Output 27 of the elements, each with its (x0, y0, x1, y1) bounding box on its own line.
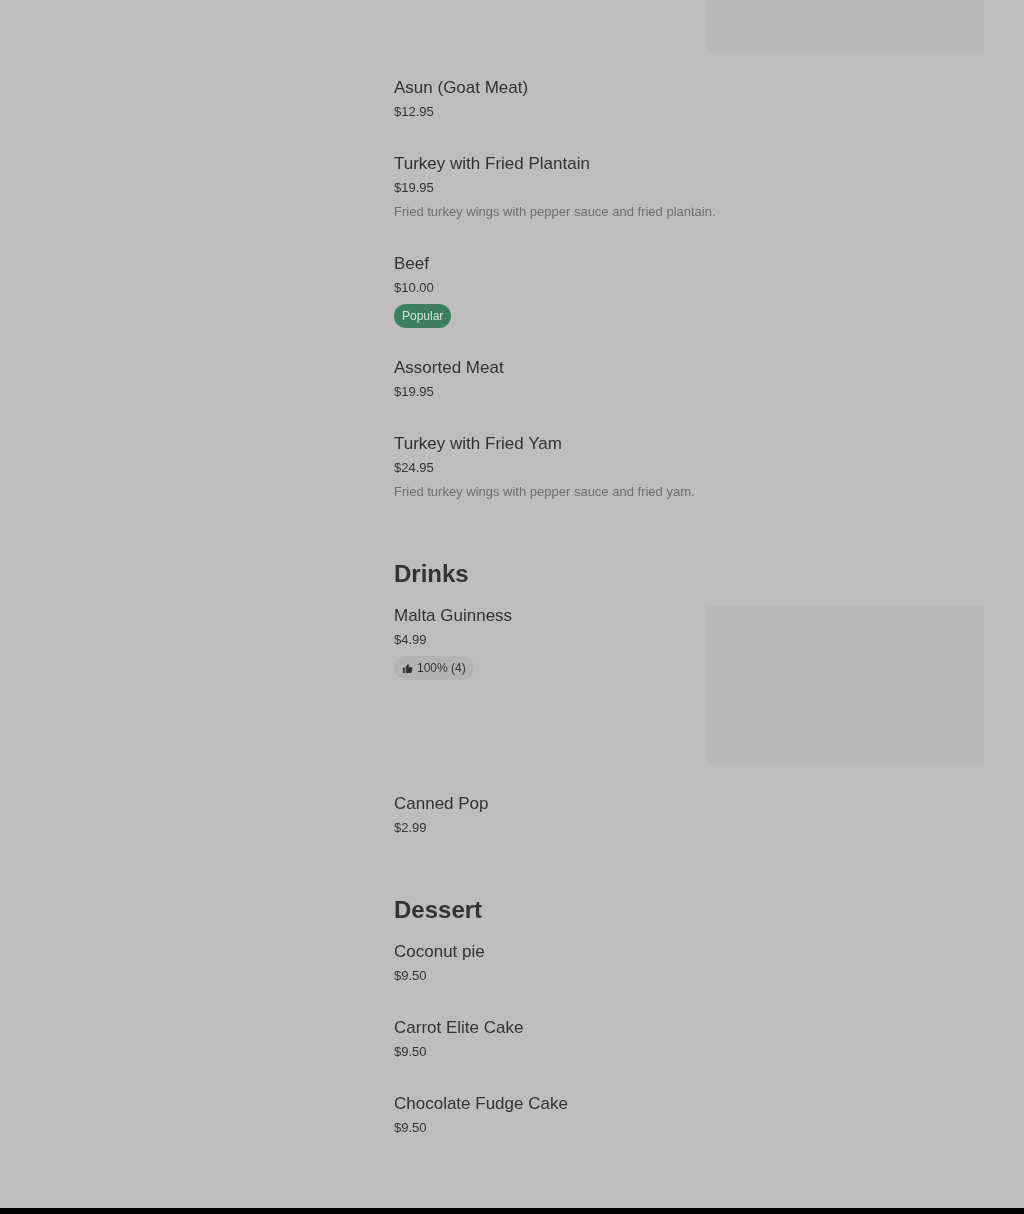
item-price: $9.50 (394, 1119, 428, 1137)
popular-badge: Popular (394, 304, 452, 328)
item-name[interactable]: Carrot Elite Cake (394, 1016, 524, 1040)
item-price: $12.95 (394, 103, 435, 121)
item-name[interactable]: Turkey with Fried Plantain (394, 152, 716, 176)
rating-text: 100% (4) (417, 660, 466, 677)
item-price: $9.50 (394, 967, 428, 985)
thumbs-up-icon (402, 662, 413, 674)
item-price: $24.95 (394, 459, 435, 477)
item-price: $19.95 (394, 383, 435, 401)
item-name[interactable]: Coconut pie (394, 940, 485, 964)
item-name[interactable]: Canned Pop (394, 792, 489, 816)
item-price: $2.99 (394, 819, 428, 837)
item-name[interactable]: Assorted Meat (394, 356, 504, 380)
item-description: Fried turkey wings with pepper sauce and fried plantain. (394, 203, 716, 221)
item-name[interactable]: Malta Guinness (394, 604, 513, 628)
item-name[interactable]: Chocolate Fudge Cake (394, 1092, 568, 1116)
item-name[interactable]: Beef (394, 252, 452, 276)
item-price: $19.95 (394, 179, 435, 197)
item-name[interactable]: Turkey with Fried Yam (394, 432, 695, 456)
item-price: $4.99 (394, 631, 428, 649)
section-heading: Dessert (394, 895, 484, 925)
section-heading: Drinks (394, 559, 470, 589)
item-name[interactable]: Asun (Goat Meat) (394, 76, 529, 100)
item-price: $10.00 (394, 279, 435, 297)
item-description: Fried turkey wings with pepper sauce and fried yam. (394, 483, 695, 501)
item-price: $9.50 (394, 1043, 428, 1061)
